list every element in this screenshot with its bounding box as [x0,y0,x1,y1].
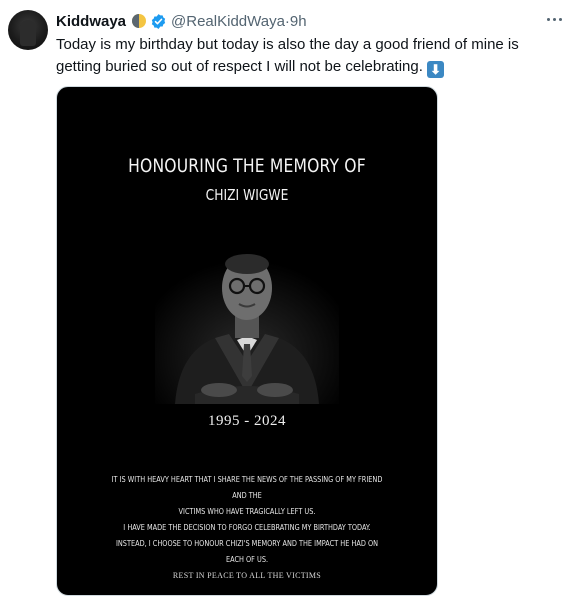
verified-badge-icon[interactable] [150,13,167,30]
memorial-portrait [155,244,339,404]
poster-message-2: I HAVE MADE THE DECISION TO FORGO CELEBR… [111,519,383,567]
poster-message-2-line-2: INSTEAD, I CHOOSE TO HONOUR CHIZI'S MEMO… [115,538,379,564]
down-arrow-emoji-icon: ⬇ [427,61,445,78]
poster-message-1: IT IS WITH HEAVY HEART THAT I SHARE THE … [111,471,383,519]
poster-message-1-line-2: VICTIMS WHO HAVE TRAGICALLY LEFT US. [178,506,316,516]
tweet-text: Today is my birthday but today is also t… [56,36,519,75]
poster-message-1-line-1: IT IS WITH HEAVY HEART THAT I SHARE THE … [111,474,383,500]
author-name[interactable]: Kiddwaya [56,13,126,30]
poster-message-2-line-1: I HAVE MADE THE DECISION TO FORGO CELEBR… [123,522,371,532]
tweet-header: Kiddwaya @RealKiddWaya · 9h [56,11,307,31]
avatar-figure [20,20,36,46]
tweet-media-image[interactable]: HONOURING THE MEMORY OF CHIZI WIGWE 1995… [56,86,438,596]
half-moon-badge-icon [132,14,147,28]
poster-years: 1995 - 2024 [208,413,286,429]
tweet-time[interactable]: 9h [290,13,307,30]
more-options-icon[interactable] [542,10,566,28]
tweet-text-block: Today is my birthday but today is also t… [56,34,561,78]
poster-rip: REST IN PEACE TO ALL THE VICTIMS [172,571,322,580]
author-handle[interactable]: @RealKiddWaya [171,13,285,30]
author-avatar[interactable] [8,10,48,50]
poster-title: HONOURING THE MEMORY OF [128,155,366,177]
poster-name: CHIZI WIGWE [205,186,289,204]
